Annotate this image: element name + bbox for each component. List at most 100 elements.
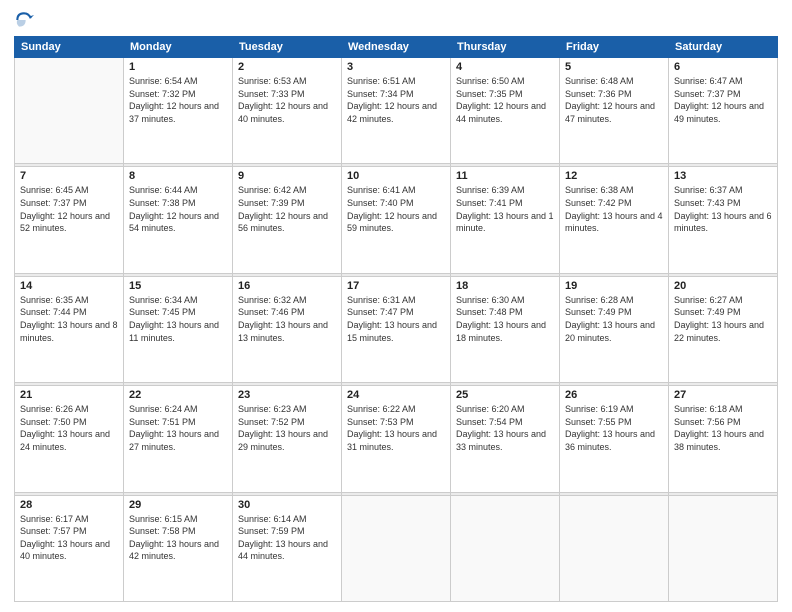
day-number: 23: [238, 389, 336, 401]
day-info: Sunrise: 6:18 AMSunset: 7:56 PMDaylight:…: [674, 403, 772, 453]
day-cell: 20 Sunrise: 6:27 AMSunset: 7:49 PMDayligh…: [669, 276, 778, 382]
day-number: 11: [456, 170, 554, 182]
day-info: Sunrise: 6:47 AMSunset: 7:37 PMDaylight:…: [674, 75, 772, 125]
day-info: Sunrise: 6:31 AMSunset: 7:47 PMDaylight:…: [347, 294, 445, 344]
day-info: Sunrise: 6:54 AMSunset: 7:32 PMDaylight:…: [129, 75, 227, 125]
day-number: 16: [238, 280, 336, 292]
day-cell: [15, 58, 124, 164]
day-number: 22: [129, 389, 227, 401]
day-info: Sunrise: 6:17 AMSunset: 7:57 PMDaylight:…: [20, 513, 118, 563]
day-number: 29: [129, 499, 227, 511]
day-number: 14: [20, 280, 118, 292]
weekday-header-monday: Monday: [124, 37, 233, 58]
weekday-header-friday: Friday: [560, 37, 669, 58]
day-info: Sunrise: 6:27 AMSunset: 7:49 PMDaylight:…: [674, 294, 772, 344]
day-info: Sunrise: 6:24 AMSunset: 7:51 PMDaylight:…: [129, 403, 227, 453]
day-cell: [560, 495, 669, 601]
day-info: Sunrise: 6:50 AMSunset: 7:35 PMDaylight:…: [456, 75, 554, 125]
day-cell: 16 Sunrise: 6:32 AMSunset: 7:46 PMDayligh…: [233, 276, 342, 382]
day-cell: 11 Sunrise: 6:39 AMSunset: 7:41 PMDayligh…: [451, 167, 560, 273]
day-cell: [669, 495, 778, 601]
day-info: Sunrise: 6:42 AMSunset: 7:39 PMDaylight:…: [238, 184, 336, 234]
day-info: Sunrise: 6:38 AMSunset: 7:42 PMDaylight:…: [565, 184, 663, 234]
page: SundayMondayTuesdayWednesdayThursdayFrid…: [0, 0, 792, 612]
day-cell: 2 Sunrise: 6:53 AMSunset: 7:33 PMDaylight…: [233, 58, 342, 164]
day-number: 9: [238, 170, 336, 182]
day-number: 15: [129, 280, 227, 292]
day-info: Sunrise: 6:39 AMSunset: 7:41 PMDaylight:…: [456, 184, 554, 234]
logo: [14, 10, 38, 30]
day-info: Sunrise: 6:28 AMSunset: 7:49 PMDaylight:…: [565, 294, 663, 344]
day-cell: 28 Sunrise: 6:17 AMSunset: 7:57 PMDayligh…: [15, 495, 124, 601]
day-number: 24: [347, 389, 445, 401]
day-info: Sunrise: 6:14 AMSunset: 7:59 PMDaylight:…: [238, 513, 336, 563]
weekday-header-tuesday: Tuesday: [233, 37, 342, 58]
day-info: Sunrise: 6:41 AMSunset: 7:40 PMDaylight:…: [347, 184, 445, 234]
day-info: Sunrise: 6:53 AMSunset: 7:33 PMDaylight:…: [238, 75, 336, 125]
logo-icon: [14, 10, 34, 30]
day-cell: 17 Sunrise: 6:31 AMSunset: 7:47 PMDayligh…: [342, 276, 451, 382]
day-number: 3: [347, 61, 445, 73]
day-info: Sunrise: 6:34 AMSunset: 7:45 PMDaylight:…: [129, 294, 227, 344]
day-info: Sunrise: 6:51 AMSunset: 7:34 PMDaylight:…: [347, 75, 445, 125]
day-cell: 25Sunrise: 6:20 AMSunset: 7:54 PMDayligh…: [451, 386, 560, 492]
day-number: 17: [347, 280, 445, 292]
day-cell: 19 Sunrise: 6:28 AMSunset: 7:49 PMDayligh…: [560, 276, 669, 382]
day-info: Sunrise: 6:35 AMSunset: 7:44 PMDaylight:…: [20, 294, 118, 344]
day-number: 4: [456, 61, 554, 73]
day-number: 6: [674, 61, 772, 73]
day-cell: 27 Sunrise: 6:18 AMSunset: 7:56 PMDayligh…: [669, 386, 778, 492]
day-number: 13: [674, 170, 772, 182]
day-number: 27: [674, 389, 772, 401]
weekday-header-row: SundayMondayTuesdayWednesdayThursdayFrid…: [15, 37, 778, 58]
day-number: 18: [456, 280, 554, 292]
day-info: Sunrise: 6:37 AMSunset: 7:43 PMDaylight:…: [674, 184, 772, 234]
day-number: 20: [674, 280, 772, 292]
day-cell: 9 Sunrise: 6:42 AMSunset: 7:39 PMDaylight…: [233, 167, 342, 273]
calendar-table: SundayMondayTuesdayWednesdayThursdayFrid…: [14, 36, 778, 602]
day-number: 26: [565, 389, 663, 401]
day-number: 2: [238, 61, 336, 73]
day-cell: 5 Sunrise: 6:48 AMSunset: 7:36 PMDaylight…: [560, 58, 669, 164]
day-cell: 22 Sunrise: 6:24 AMSunset: 7:51 PMDayligh…: [124, 386, 233, 492]
header: [14, 10, 778, 30]
day-info: Sunrise: 6:22 AMSunset: 7:53 PMDaylight:…: [347, 403, 445, 453]
weekday-header-wednesday: Wednesday: [342, 37, 451, 58]
day-info: Sunrise: 6:45 AMSunset: 7:37 PMDaylight:…: [20, 184, 118, 234]
day-number: 12: [565, 170, 663, 182]
day-info: Sunrise: 6:32 AMSunset: 7:46 PMDaylight:…: [238, 294, 336, 344]
day-info: Sunrise: 6:20 AMSunset: 7:54 PMDaylight:…: [456, 403, 554, 453]
day-cell: 14 Sunrise: 6:35 AMSunset: 7:44 PMDayligh…: [15, 276, 124, 382]
week-row-4: 21 Sunrise: 6:26 AMSunset: 7:50 PMDayligh…: [15, 386, 778, 492]
day-cell: 4 Sunrise: 6:50 AMSunset: 7:35 PMDaylight…: [451, 58, 560, 164]
day-cell: 18Sunrise: 6:30 AMSunset: 7:48 PMDayligh…: [451, 276, 560, 382]
day-info: Sunrise: 6:19 AMSunset: 7:55 PMDaylight:…: [565, 403, 663, 453]
day-cell: 1 Sunrise: 6:54 AMSunset: 7:32 PMDaylight…: [124, 58, 233, 164]
day-number: 19: [565, 280, 663, 292]
day-info: Sunrise: 6:23 AMSunset: 7:52 PMDaylight:…: [238, 403, 336, 453]
day-number: 8: [129, 170, 227, 182]
day-number: 1: [129, 61, 227, 73]
week-row-3: 14 Sunrise: 6:35 AMSunset: 7:44 PMDayligh…: [15, 276, 778, 382]
day-cell: 30Sunrise: 6:14 AMSunset: 7:59 PMDayligh…: [233, 495, 342, 601]
day-info: Sunrise: 6:26 AMSunset: 7:50 PMDaylight:…: [20, 403, 118, 453]
day-number: 7: [20, 170, 118, 182]
day-cell: 6 Sunrise: 6:47 AMSunset: 7:37 PMDaylight…: [669, 58, 778, 164]
day-cell: 24 Sunrise: 6:22 AMSunset: 7:53 PMDayligh…: [342, 386, 451, 492]
day-number: 21: [20, 389, 118, 401]
day-info: Sunrise: 6:48 AMSunset: 7:36 PMDaylight:…: [565, 75, 663, 125]
day-number: 5: [565, 61, 663, 73]
day-cell: 7 Sunrise: 6:45 AMSunset: 7:37 PMDaylight…: [15, 167, 124, 273]
day-info: Sunrise: 6:44 AMSunset: 7:38 PMDaylight:…: [129, 184, 227, 234]
day-cell: 29 Sunrise: 6:15 AMSunset: 7:58 PMDayligh…: [124, 495, 233, 601]
week-row-2: 7 Sunrise: 6:45 AMSunset: 7:37 PMDaylight…: [15, 167, 778, 273]
day-info: Sunrise: 6:15 AMSunset: 7:58 PMDaylight:…: [129, 513, 227, 563]
day-cell: 8 Sunrise: 6:44 AMSunset: 7:38 PMDaylight…: [124, 167, 233, 273]
day-cell: [342, 495, 451, 601]
day-cell: 15 Sunrise: 6:34 AMSunset: 7:45 PMDayligh…: [124, 276, 233, 382]
day-cell: 13 Sunrise: 6:37 AMSunset: 7:43 PMDayligh…: [669, 167, 778, 273]
week-row-5: 28 Sunrise: 6:17 AMSunset: 7:57 PMDayligh…: [15, 495, 778, 601]
day-number: 28: [20, 499, 118, 511]
day-cell: 3 Sunrise: 6:51 AMSunset: 7:34 PMDaylight…: [342, 58, 451, 164]
day-cell: 12 Sunrise: 6:38 AMSunset: 7:42 PMDayligh…: [560, 167, 669, 273]
